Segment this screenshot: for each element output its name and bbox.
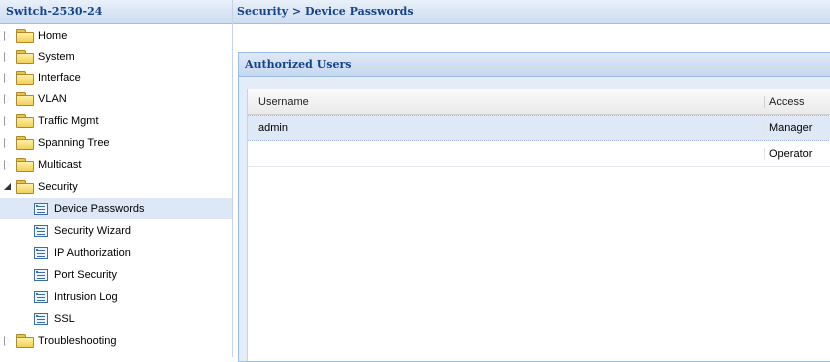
nav-item-label: System xyxy=(38,50,75,63)
folder-icon xyxy=(16,29,34,43)
collapse-arrow-icon[interactable] xyxy=(3,182,13,192)
nav-item-ssl[interactable]: SSL xyxy=(0,308,232,329)
nav-item-label: Interface xyxy=(38,71,81,84)
nav-item-traffic-mgmt[interactable]: Traffic Mgmt xyxy=(0,110,232,131)
nav-item-label: Intrusion Log xyxy=(54,290,118,303)
device-title: Switch-2530-24 xyxy=(0,0,232,24)
expand-arrow-icon[interactable] xyxy=(3,93,13,104)
expand-arrow-icon[interactable] xyxy=(3,159,13,170)
nav-item-label: VLAN xyxy=(38,92,67,105)
page-icon xyxy=(34,268,48,281)
page-icon xyxy=(34,202,48,215)
nav-item-label: Port Security xyxy=(54,268,117,281)
nav-item-security[interactable]: Security xyxy=(0,176,232,197)
page-icon xyxy=(34,290,48,303)
column-header-access[interactable]: Access xyxy=(764,95,830,108)
folder-icon xyxy=(16,50,34,64)
page-icon xyxy=(34,224,48,237)
nav-item-intrusion-log[interactable]: Intrusion Log xyxy=(0,286,232,307)
access-cell: Operator xyxy=(764,147,830,160)
expand-arrow-icon[interactable] xyxy=(3,137,13,148)
nav-item-label: Security xyxy=(38,180,78,193)
nav-item-label: Device Passwords xyxy=(54,202,145,215)
panel-title: Authorized Users xyxy=(239,53,830,77)
folder-icon xyxy=(16,334,34,348)
nav-item-multicast[interactable]: Multicast xyxy=(0,154,232,175)
nav-item-device-passwords[interactable]: Device Passwords xyxy=(0,198,232,219)
nav-item-troubleshooting[interactable]: Troubleshooting xyxy=(0,330,232,351)
folder-icon xyxy=(16,92,34,106)
nav-item-system[interactable]: System xyxy=(0,46,232,67)
username-cell: admin xyxy=(258,122,288,134)
open-folder-icon xyxy=(16,180,34,194)
expand-arrow-icon[interactable] xyxy=(3,115,13,126)
authorized-users-panel: Authorized Users Username Access admin M… xyxy=(238,52,830,362)
navigation-panel: Switch-2530-24 Home System Interface VLA… xyxy=(0,0,233,357)
expand-arrow-icon[interactable] xyxy=(3,51,13,62)
access-cell: Manager xyxy=(764,122,830,134)
table-row[interactable]: Operator xyxy=(248,141,830,167)
expand-arrow-icon[interactable] xyxy=(3,30,13,41)
nav-item-label: Traffic Mgmt xyxy=(38,114,99,127)
nav-item-ip-authorization[interactable]: IP Authorization xyxy=(0,242,232,263)
table-row[interactable]: admin Manager xyxy=(248,115,830,141)
nav-item-spanning-tree[interactable]: Spanning Tree xyxy=(0,132,232,153)
grid-area: Username Access admin Manager Operator xyxy=(239,77,830,361)
nav-item-label: Security Wizard xyxy=(54,224,132,237)
nav-item-label: Home xyxy=(38,29,68,42)
breadcrumb: Security > Device Passwords xyxy=(233,0,830,24)
page-icon xyxy=(34,246,48,259)
page-icon xyxy=(34,312,48,325)
grid-header-row: Username Access xyxy=(248,89,830,115)
nav-item-port-security[interactable]: Port Security xyxy=(0,264,232,285)
nav-item-label: IP Authorization xyxy=(54,246,131,259)
users-grid: Username Access admin Manager Operator xyxy=(247,89,830,361)
folder-icon xyxy=(16,114,34,128)
nav-item-vlan[interactable]: VLAN xyxy=(0,88,232,109)
folder-icon xyxy=(16,136,34,150)
nav-item-label: Spanning Tree xyxy=(38,136,110,149)
content-area: Security > Device Passwords Authorized U… xyxy=(233,0,830,362)
folder-icon xyxy=(16,71,34,85)
nav-item-security-wizard[interactable]: Security Wizard xyxy=(0,220,232,241)
nav-item-home[interactable]: Home xyxy=(0,25,232,46)
column-header-username[interactable]: Username xyxy=(248,96,764,108)
nav-item-label: Troubleshooting xyxy=(38,334,117,347)
nav-item-interface[interactable]: Interface xyxy=(0,67,232,88)
expand-arrow-icon[interactable] xyxy=(3,335,13,346)
nav-item-label: Multicast xyxy=(38,158,82,171)
expand-arrow-icon[interactable] xyxy=(3,72,13,83)
folder-icon xyxy=(16,158,34,172)
nav-item-label: SSL xyxy=(54,312,75,325)
